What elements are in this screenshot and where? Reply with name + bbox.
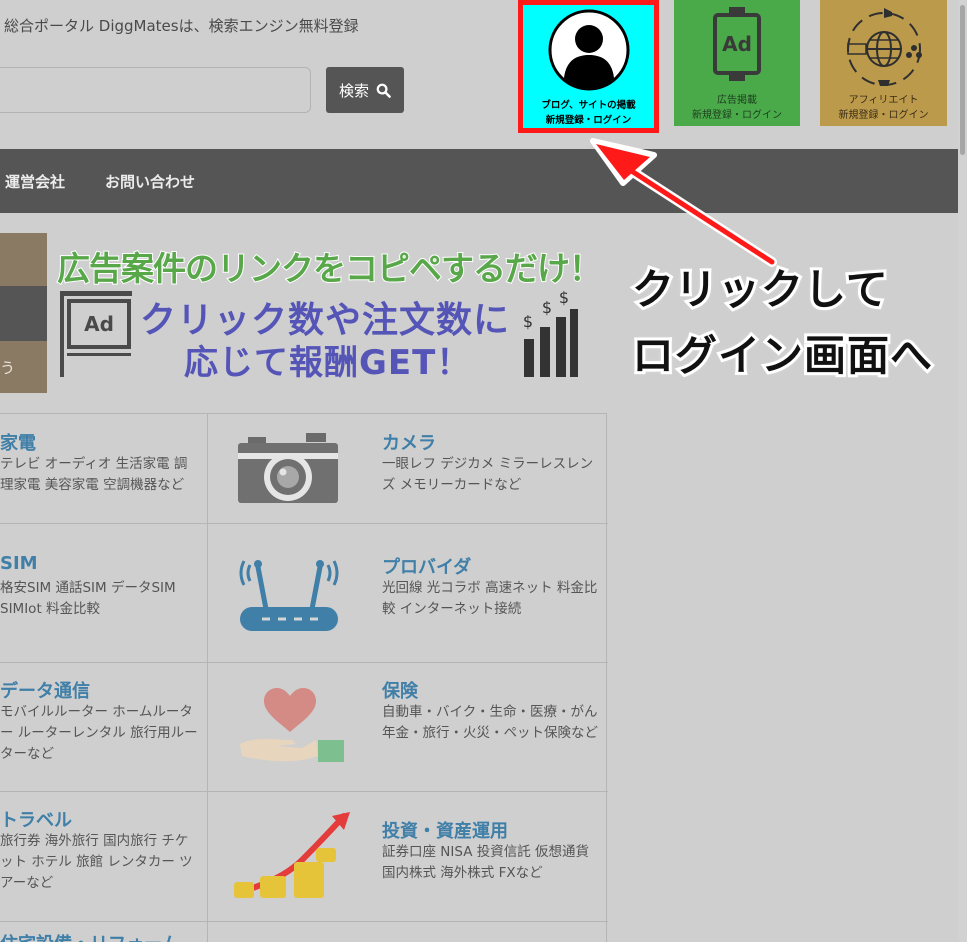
annotation-arrow xyxy=(590,138,777,267)
callout-line-2: ログイン画面へ xyxy=(629,328,935,383)
scrollbar-thumb[interactable] xyxy=(960,5,965,155)
callout-line-1: クリックして xyxy=(629,262,891,317)
page-scrollbar[interactable] xyxy=(958,0,967,942)
